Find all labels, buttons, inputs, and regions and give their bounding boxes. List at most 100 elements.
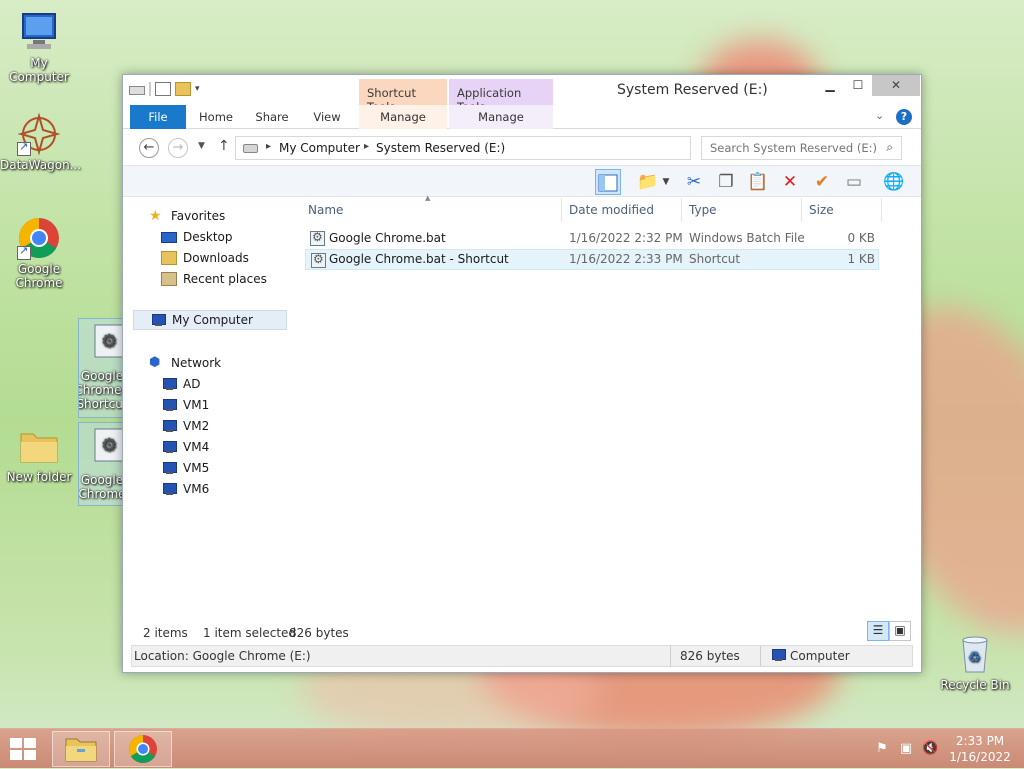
network-icon: ⬢ — [149, 355, 161, 370]
title-bar[interactable]: ▾ Shortcut Tools Application Tools Syste… — [123, 75, 921, 114]
action-center-flag-icon[interactable]: ⚑ — [874, 741, 890, 757]
paste-icon[interactable]: 📋 — [745, 169, 771, 195]
back-button[interactable]: ← — [139, 138, 159, 158]
preview-pane-button[interactable] — [595, 169, 621, 195]
desktop-icon-label: Google Chrome — [15, 262, 63, 290]
file-row[interactable]: Google Chrome.bat - Shortcut 1/16/2022 2… — [305, 249, 879, 270]
move-to-folder-icon[interactable]: 📁 — [635, 169, 661, 195]
tab-file[interactable]: File — [130, 105, 186, 129]
column-header-name[interactable]: Name — [308, 203, 343, 217]
minimize-button[interactable]: ▁ — [816, 75, 844, 96]
globe-icon[interactable]: 🌐 — [881, 169, 907, 195]
search-input[interactable] — [708, 140, 878, 156]
file-date: 1/16/2022 2:33 PM — [569, 252, 683, 266]
nav-network-vm6[interactable]: VM6 — [161, 479, 209, 499]
close-button[interactable]: ✕ — [872, 75, 920, 96]
item-count: 2 items — [143, 626, 188, 640]
nav-network-vm5[interactable]: VM5 — [161, 458, 209, 478]
desktop-icon-new-folder[interactable]: New folder — [0, 424, 78, 484]
details-zone: Computer — [790, 649, 850, 663]
breadcrumb-system-reserved[interactable]: System Reserved (E:) — [376, 141, 505, 155]
nav-my-computer[interactable]: My Computer — [133, 310, 287, 330]
maximize-button[interactable]: ☐ — [844, 75, 872, 96]
address-bar[interactable]: ▸ My Computer ▸ System Reserved (E:) ⌄ ↻ — [235, 136, 789, 160]
column-header-type[interactable]: Type — [689, 203, 717, 217]
up-button[interactable]: ↑ — [218, 138, 230, 154]
column-divider[interactable] — [681, 198, 682, 222]
taskbar-clock[interactable]: 2:33 PM 1/16/2022 — [942, 733, 1018, 765]
desktop-icon-google-chrome[interactable]: Google Chrome — [0, 216, 78, 290]
drive-icon[interactable] — [129, 86, 145, 95]
nav-network[interactable]: ⬢ Network — [149, 353, 221, 373]
properties-icon[interactable] — [155, 82, 171, 96]
start-button[interactable] — [10, 738, 38, 760]
taskbar: ⚑ ▣ 🔇 2:33 PM 1/16/2022 — [0, 728, 1024, 768]
nav-label: Favorites — [171, 209, 226, 223]
new-folder-icon[interactable] — [175, 82, 191, 96]
tab-manage-shortcut[interactable]: Manage — [359, 105, 447, 129]
computer-icon — [161, 440, 177, 454]
desktop-icon-datawagon[interactable]: DataWagon... — [0, 112, 81, 172]
clock-time: 2:33 PM — [955, 734, 1005, 748]
network-status-icon[interactable]: ▣ — [898, 741, 914, 757]
details-bar: Location: Google Chrome (E:) 826 bytes C… — [131, 645, 913, 667]
recent-locations-icon[interactable]: ▼ — [198, 141, 205, 151]
taskbar-file-explorer[interactable] — [52, 731, 110, 767]
column-header-date[interactable]: Date modified — [569, 203, 654, 217]
chevron-right-icon[interactable]: ▸ — [266, 141, 271, 152]
expand-ribbon-icon[interactable]: ⌄ — [875, 109, 884, 122]
explorer-window[interactable]: ▾ Shortcut Tools Application Tools Syste… — [122, 74, 922, 673]
computer-icon — [17, 10, 61, 54]
taskbar-chrome[interactable] — [114, 731, 172, 767]
rename-icon[interactable]: ▭ — [841, 169, 867, 195]
tab-home[interactable]: Home — [193, 105, 239, 129]
column-divider[interactable] — [561, 198, 562, 222]
svg-text:♻: ♻ — [968, 650, 981, 666]
nav-recent-places[interactable]: Recent places — [161, 269, 267, 289]
customize-chevron-icon[interactable]: ▾ — [195, 82, 205, 96]
large-icons-view-button[interactable]: ▣ — [889, 621, 911, 641]
desktop-icon-my-computer[interactable]: My Computer — [0, 10, 78, 84]
delete-icon[interactable]: ✕ — [777, 169, 803, 195]
tab-manage-application[interactable]: Manage — [449, 105, 553, 129]
chevron-right-icon[interactable]: ▸ — [364, 141, 369, 152]
checkmark-icon[interactable]: ✔ — [809, 169, 835, 195]
folder-dropdown-icon[interactable]: ▼ — [659, 169, 673, 195]
help-icon[interactable]: ? — [896, 109, 912, 125]
forward-button[interactable]: → — [168, 138, 188, 158]
windows-logo-icon — [24, 738, 36, 748]
svg-text:⚙: ⚙ — [101, 331, 117, 352]
desktop-icon-chrome-bat[interactable]: ⚙ Google Chrome — [78, 422, 124, 506]
nav-network-vm4[interactable]: VM4 — [161, 437, 209, 457]
nav-label: VM1 — [183, 398, 210, 412]
details-view-button[interactable]: ☰ — [867, 621, 889, 641]
nav-favorites[interactable]: ★ Favorites — [149, 206, 225, 226]
recent-places-icon — [161, 272, 177, 286]
file-size: 1 KB — [847, 252, 875, 266]
file-row[interactable]: Google Chrome.bat 1/16/2022 2:32 PM Wind… — [305, 228, 879, 249]
column-header-size[interactable]: Size — [809, 203, 834, 217]
breadcrumb-my-computer[interactable]: My Computer — [279, 141, 360, 155]
tab-share[interactable]: Share — [248, 105, 296, 129]
nav-network-vm1[interactable]: VM1 — [161, 395, 209, 415]
column-divider[interactable] — [801, 198, 802, 222]
nav-network-ad[interactable]: AD — [161, 374, 200, 394]
properties-icon[interactable] — [149, 82, 151, 96]
copy-icon[interactable]: ❐ — [713, 169, 739, 195]
nav-desktop[interactable]: Desktop — [161, 227, 233, 247]
shortcut-file-icon — [311, 252, 326, 268]
tab-view[interactable]: View — [307, 105, 347, 129]
batch-file-icon: ⚙ — [93, 323, 123, 367]
file-list[interactable]: Name ▲ Date modified Type Size Google Ch… — [297, 194, 913, 611]
search-box[interactable]: ⌕ — [701, 136, 902, 160]
desktop-icon-recycle-bin[interactable]: ♻ Recycle Bin — [936, 632, 1014, 692]
volume-muted-icon[interactable]: 🔇 — [922, 741, 938, 757]
quick-access-toolbar: ▾ — [129, 82, 205, 96]
nav-network-vm2[interactable]: VM2 — [161, 416, 209, 436]
cut-icon[interactable]: ✂ — [681, 169, 707, 195]
recycle-bin-icon: ♻ — [953, 632, 997, 676]
column-divider[interactable] — [881, 198, 882, 222]
desktop-icon-chrome-shortcut[interactable]: ⚙ Google Chrome - Shortcut — [78, 318, 124, 418]
search-icon[interactable]: ⌕ — [886, 140, 893, 155]
nav-downloads[interactable]: Downloads — [161, 248, 249, 268]
